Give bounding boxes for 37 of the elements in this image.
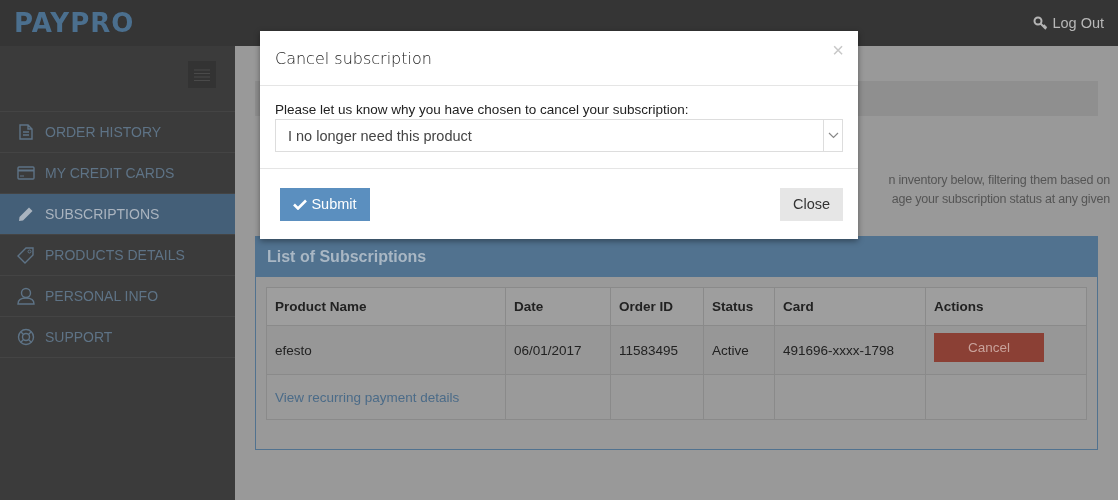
table-cell: 11583495	[610, 325, 704, 375]
sidebar-item[interactable]: SUBSCRIPTIONS	[0, 194, 235, 235]
close-button[interactable]: ×	[832, 39, 844, 62]
table-cell: 491696-xxxx-1798	[774, 325, 926, 375]
credit-card-icon	[17, 166, 35, 180]
intro-text: n inventory below, filtering them based on	[888, 172, 1110, 189]
column-header: Status	[703, 287, 775, 326]
cancel-button[interactable]: Cancel	[934, 333, 1044, 362]
logo[interactable]: PAYPRO	[14, 8, 135, 38]
document-icon	[19, 124, 33, 140]
table-cell: Active	[703, 325, 775, 375]
close-dialog-button[interactable]: Close	[780, 187, 843, 221]
reason-select[interactable]: I no longer need this product	[275, 119, 843, 152]
column-header: Product Name	[266, 287, 506, 326]
sidebar-item[interactable]: PRODUCTS DETAILS	[0, 235, 235, 276]
table-cell: efesto	[266, 325, 506, 375]
column-header: Actions	[925, 287, 1087, 326]
table-cell: 06/01/2017	[505, 325, 611, 375]
column-header: Date	[505, 287, 611, 326]
submit-button[interactable]: Submit	[280, 187, 370, 221]
person-icon	[17, 287, 35, 305]
chevron-down-icon	[827, 132, 839, 139]
checkmark-icon	[293, 198, 308, 210]
sidebar-item[interactable]: PERSONAL INFO	[0, 276, 235, 317]
tag-icon	[17, 246, 35, 264]
sidebar-item[interactable]: ORDER HISTORY	[0, 112, 235, 153]
logout-link[interactable]: Log Out	[1033, 15, 1104, 31]
column-header: Card	[774, 287, 926, 326]
pencil-icon	[18, 206, 34, 222]
sidebar-item[interactable]: SUPPORT	[0, 317, 235, 358]
column-header: Order ID	[610, 287, 704, 326]
intro-text: age your subscription status at any given	[891, 191, 1110, 208]
panel-title: List of Subscriptions	[267, 248, 427, 266]
key-icon	[1033, 16, 1049, 30]
lifebuoy-icon	[17, 328, 35, 346]
dialog-title: Cancel subscription	[275, 48, 432, 68]
reason-label: Please let us know why you have chosen to cancel your subscription:	[275, 102, 690, 117]
